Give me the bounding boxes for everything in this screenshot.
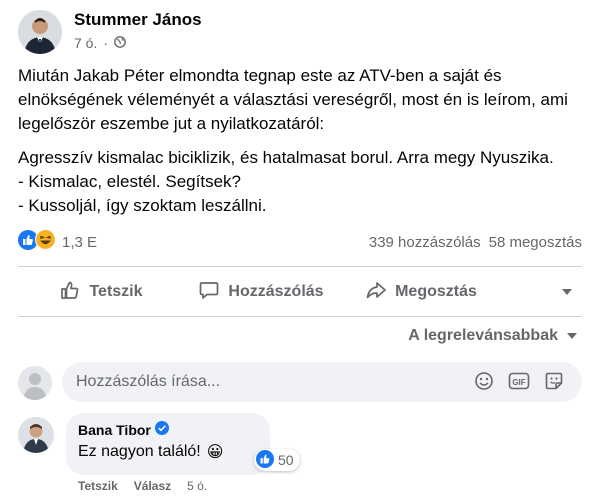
grinning-emoji-icon: 😀 xyxy=(206,444,224,461)
reactions-summary: 1,3 E 339 hozzászólás 58 megosztás xyxy=(18,228,582,256)
comment-label: Hozzászólás xyxy=(228,283,324,300)
share-count[interactable]: 58 megosztás xyxy=(489,234,582,251)
post-action-bar: Tetszik Hozzászólás Megosztás xyxy=(18,272,582,312)
comment-actions: Tetszik Válasz 5 ó. xyxy=(78,479,207,493)
sort-label: A legrelevánsabbak xyxy=(408,327,558,344)
author-avatar[interactable] xyxy=(18,10,62,54)
commenter-name[interactable]: Bana Tibor xyxy=(78,422,151,438)
reaction-count[interactable]: 1,3 E xyxy=(62,234,97,251)
composer-icons: GIF xyxy=(474,371,564,396)
like-label: Tetszik xyxy=(89,283,143,300)
comment-bubble: Bana Tibor Ez nagyon találó! 😀 xyxy=(66,413,270,475)
share-button[interactable]: Megosztás xyxy=(346,274,496,310)
reaction-icons[interactable] xyxy=(18,229,56,255)
comment-bubble-icon xyxy=(198,279,220,306)
comment-composer: GIF xyxy=(18,362,582,404)
comment-count[interactable]: 339 hozzászólás xyxy=(369,234,481,251)
haha-icon xyxy=(35,229,56,255)
commenter-row: Bana Tibor xyxy=(78,421,258,438)
globe-icon xyxy=(114,35,126,51)
verified-badge-icon xyxy=(154,421,169,438)
post-time[interactable]: 7 ó. xyxy=(74,35,97,51)
comment-sort-dropdown[interactable]: A legrelevánsabbak xyxy=(408,327,578,345)
comment-reaction-count[interactable]: 50 xyxy=(254,449,300,471)
comment-time[interactable]: 5 ó. xyxy=(187,479,207,493)
divider xyxy=(18,266,582,267)
like-icon xyxy=(256,449,274,471)
share-arrow-icon xyxy=(365,279,387,306)
share-label: Megosztás xyxy=(395,283,477,300)
comment-button[interactable]: Hozzászólás xyxy=(176,274,346,310)
comment-item: Bana Tibor Ez nagyon találó! 😀 50 Tetszi… xyxy=(18,413,582,493)
engagement-counts: 339 hozzászólás 58 megosztás xyxy=(369,234,582,251)
comment-text-row: Ez nagyon találó! 😀 xyxy=(78,442,258,462)
comment-reply-button[interactable]: Válasz xyxy=(134,479,171,493)
svg-text:GIF: GIF xyxy=(512,378,525,387)
gif-icon[interactable]: GIF xyxy=(508,371,530,396)
post-meta: 7 ó. · xyxy=(74,35,126,51)
post-line: - Kussoljál, így szoktam leszállni. xyxy=(18,196,267,215)
thumbs-up-icon xyxy=(59,279,81,306)
emoji-icon[interactable] xyxy=(474,371,494,396)
post-text: Miután Jakab Péter elmondta tegnap este … xyxy=(18,64,583,218)
post-line: Agresszív kismalac biciklizik, és hatalm… xyxy=(18,148,554,167)
like-button[interactable]: Tetszik xyxy=(26,274,176,310)
commenter-avatar[interactable] xyxy=(18,417,54,453)
comment-like-count: 50 xyxy=(278,452,294,468)
post-author-name[interactable]: Stummer János xyxy=(74,10,202,30)
user-avatar[interactable] xyxy=(18,366,52,400)
audience-dropdown-button[interactable] xyxy=(552,274,582,310)
caret-down-icon xyxy=(566,327,578,345)
sticker-icon[interactable] xyxy=(544,371,564,396)
post-paragraph: Miután Jakab Péter elmondta tegnap este … xyxy=(18,66,568,133)
comment-text: Ez nagyon találó! xyxy=(78,443,201,460)
comment-like-button[interactable]: Tetszik xyxy=(78,479,118,493)
post-line: - Kismalac, elestél. Segítsek? xyxy=(18,172,241,191)
post-header: Stummer János 7 ó. · xyxy=(18,6,588,60)
divider xyxy=(18,316,582,317)
caret-down-icon xyxy=(561,283,573,301)
